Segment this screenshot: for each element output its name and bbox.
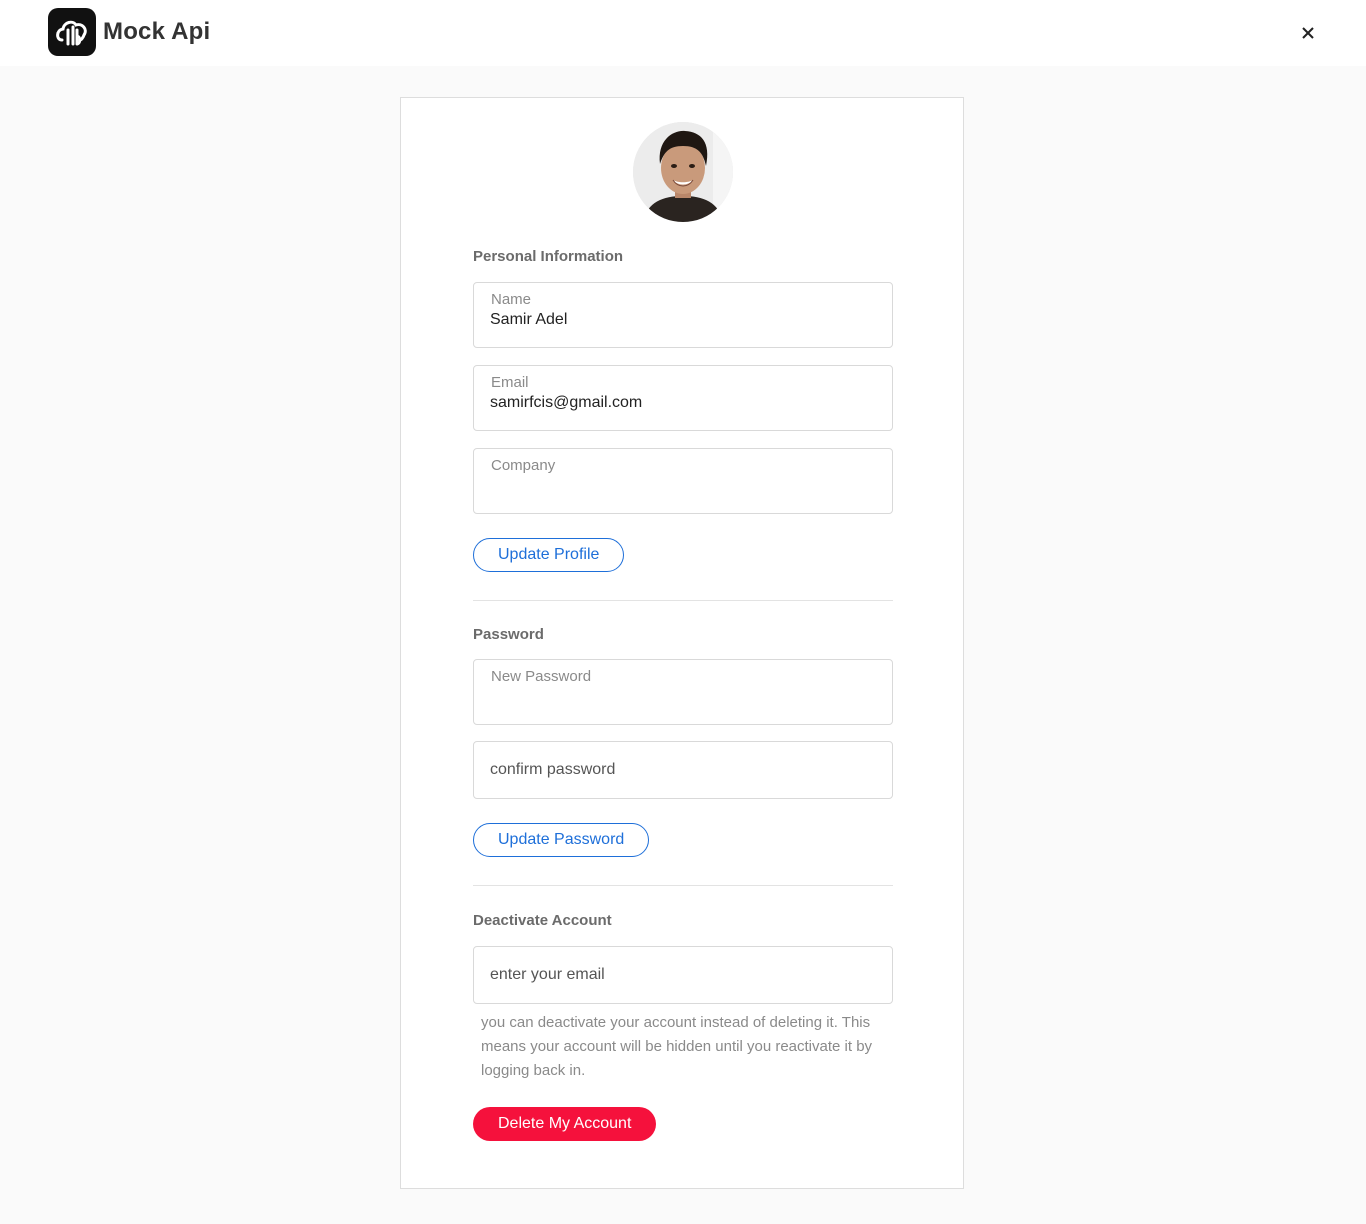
update-password-button[interactable]: Update Password	[473, 823, 650, 857]
email-label: Email	[491, 374, 529, 391]
account-settings-card: Personal Information Name Samir Adel Ema…	[400, 97, 964, 1189]
brand[interactable]: Mock Api	[48, 8, 210, 56]
company-label: Company	[491, 457, 556, 474]
close-icon[interactable]	[1296, 21, 1320, 45]
update-profile-button[interactable]: Update Profile	[473, 538, 625, 572]
personal-info-title: Personal Information	[473, 248, 624, 265]
deactivate-help-text: you can deactivate your account instead …	[481, 1014, 873, 1079]
name-value: Samir Adel	[490, 311, 568, 328]
confirm-password-placeholder: confirm password	[490, 761, 616, 778]
name-field[interactable]: Name Samir Adel	[473, 282, 893, 348]
email-field[interactable]: Email samirfcis@gmail.com	[473, 365, 893, 431]
new-password-label: New Password	[491, 668, 592, 685]
confirm-password-field[interactable]: confirm password	[473, 741, 893, 799]
app-name: Mock Api	[103, 18, 211, 45]
divider	[473, 600, 893, 601]
name-label: Name	[491, 291, 532, 308]
top-bar: Mock Api	[0, 0, 1366, 66]
cloud-api-logo-icon	[48, 8, 96, 56]
company-field[interactable]: Company	[473, 448, 893, 514]
delete-account-button[interactable]: Delete My Account	[473, 1107, 657, 1141]
deactivate-email-field[interactable]: enter your email	[473, 946, 893, 1004]
deactivate-email-placeholder: enter your email	[490, 966, 605, 983]
avatar[interactable]	[633, 122, 733, 222]
divider	[473, 885, 893, 886]
password-title: Password	[473, 626, 544, 643]
new-password-field[interactable]: New Password	[473, 659, 893, 725]
email-value: samirfcis@gmail.com	[490, 394, 643, 411]
deactivate-title: Deactivate Account	[473, 912, 612, 929]
